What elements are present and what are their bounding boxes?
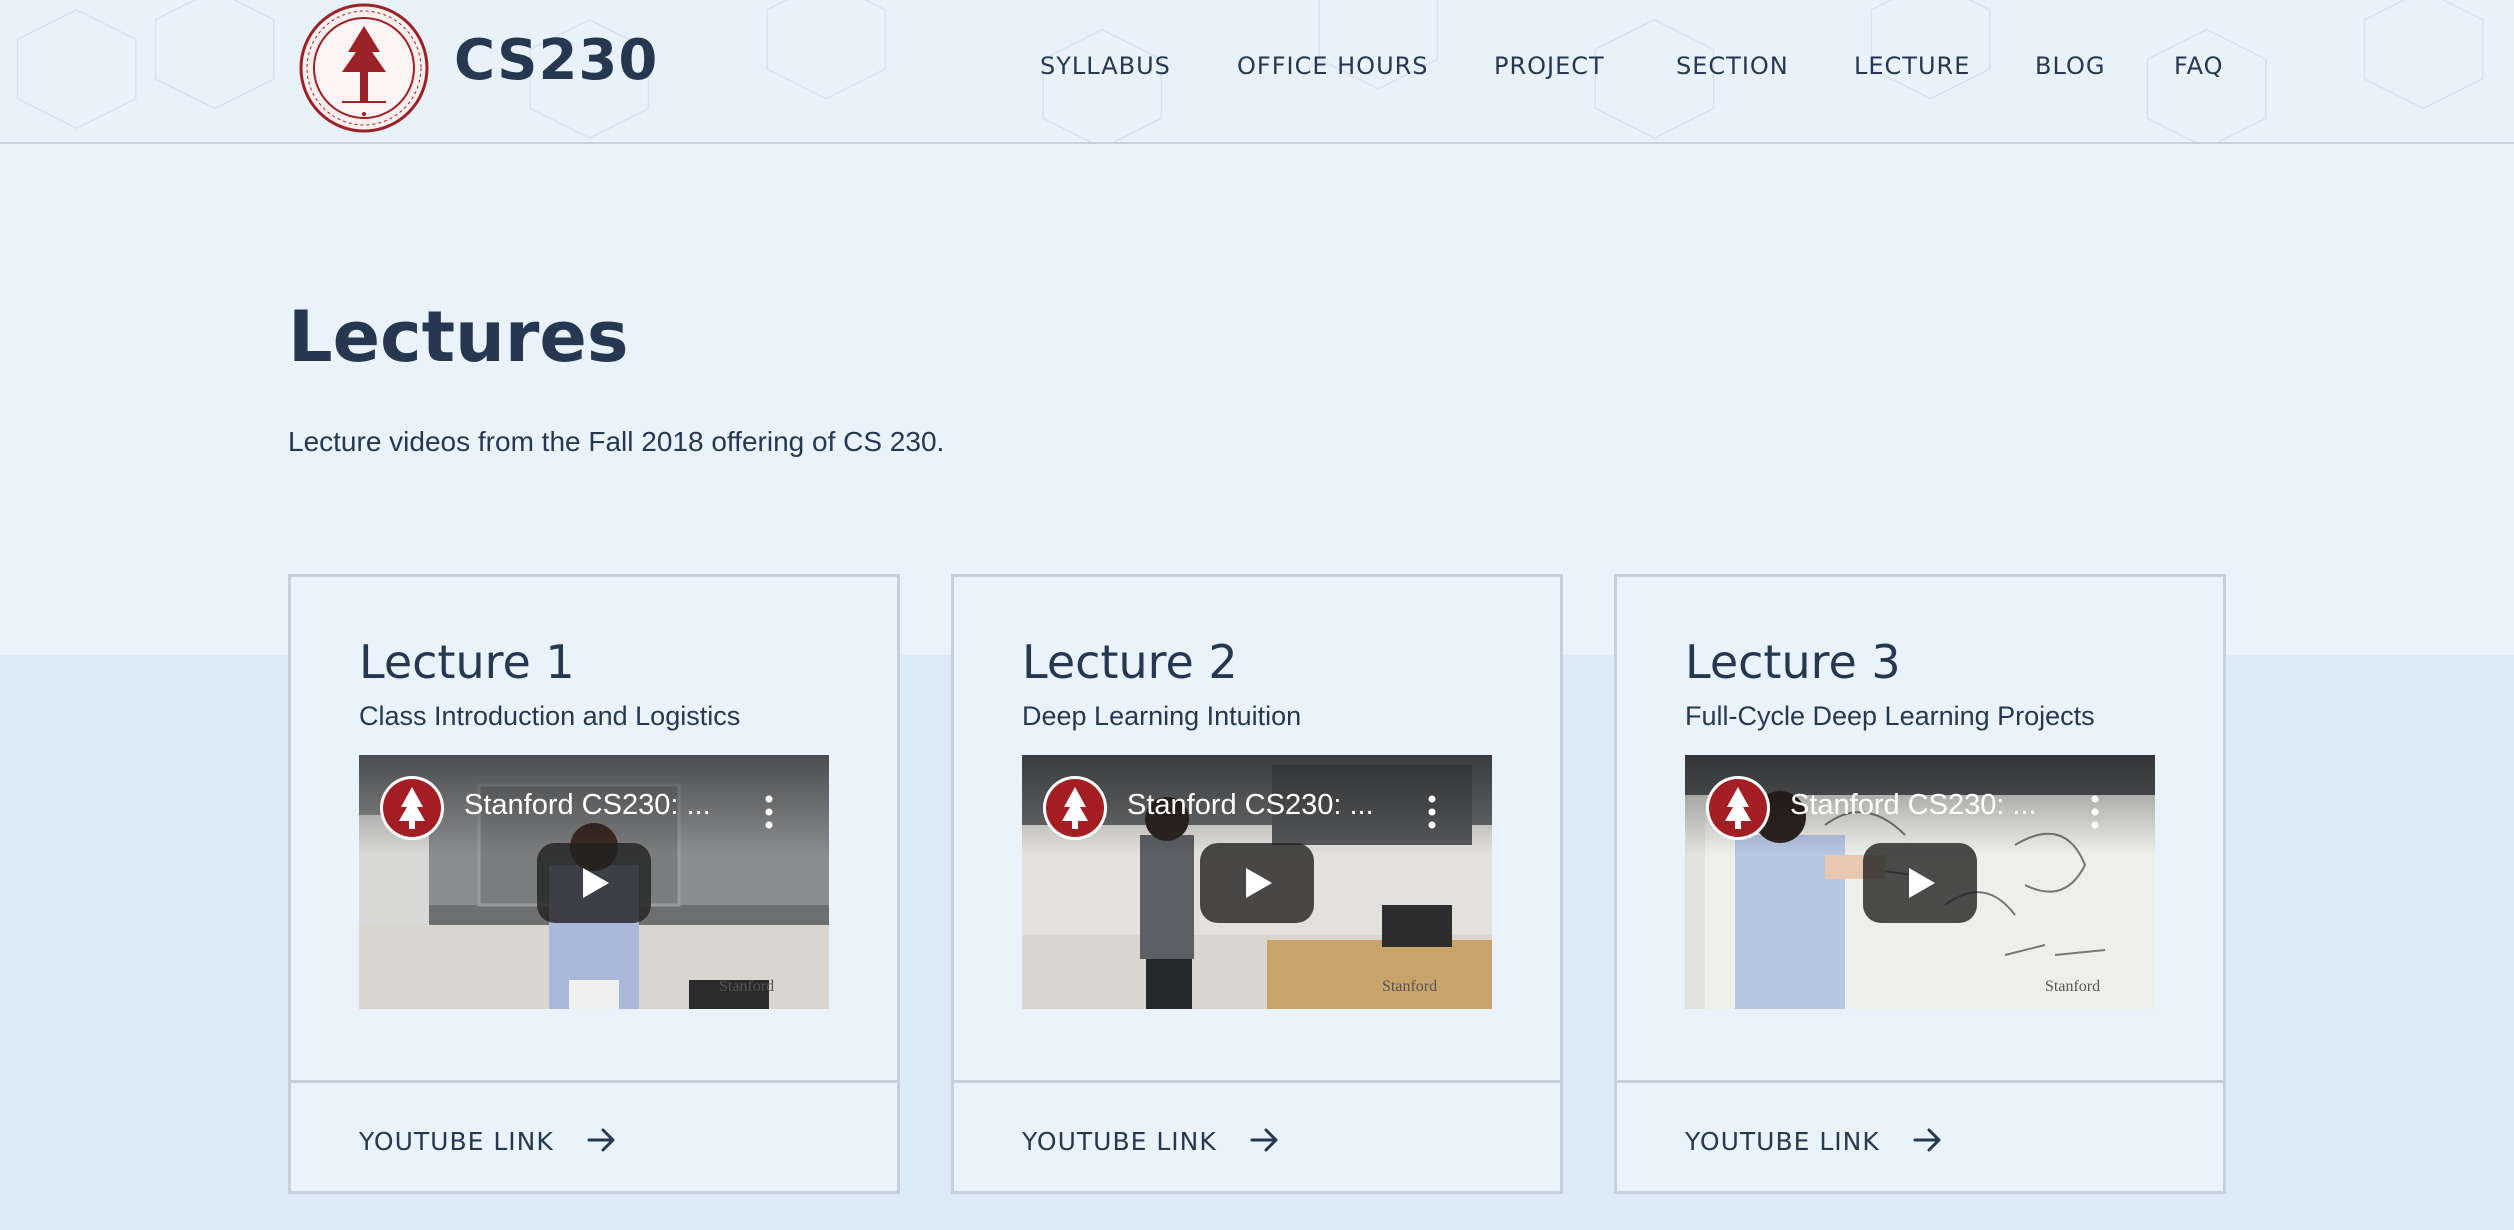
video-embed[interactable]: Stanford Stanford CS230: ... <box>1022 755 1492 1009</box>
nav-item-office-hours[interactable]: OFFICE HOURS <box>1237 52 1429 80</box>
lecture-card-footer[interactable]: YOUTUBE LINK <box>291 1080 897 1194</box>
arrow-right-icon[interactable] <box>587 1127 617 1153</box>
stanford-s-icon <box>1043 776 1107 840</box>
play-icon[interactable] <box>1863 843 1977 923</box>
page-subtitle: Lecture videos from the Fall 2018 offeri… <box>288 426 945 457</box>
lecture-card-body: Lecture 2 Deep Learning Intuition Stanfo… <box>954 577 1560 1080</box>
stanford-s-icon <box>380 776 444 840</box>
nav-item-lecture[interactable]: LECTURE <box>1854 52 1970 80</box>
arrow-right-icon[interactable] <box>1250 1127 1280 1153</box>
kebab-menu-icon[interactable] <box>2090 795 2100 829</box>
arrow-right-icon[interactable] <box>1913 1127 1943 1153</box>
site-brand[interactable]: CS230 <box>454 28 658 93</box>
video-embed[interactable]: Stanford Stanford CS230: ... <box>359 755 829 1009</box>
lecture-card-footer[interactable]: YOUTUBE LINK <box>954 1080 1560 1194</box>
play-icon[interactable] <box>1200 843 1314 923</box>
video-title[interactable]: Stanford CS230: ... <box>1127 789 1374 822</box>
lecture-subtitle: Class Introduction and Logistics <box>359 701 741 731</box>
nav-item-syllabus[interactable]: SYLLABUS <box>1040 52 1171 80</box>
kebab-menu-icon[interactable] <box>1427 795 1437 829</box>
lecture-title: Lecture 2 <box>1022 635 1238 689</box>
stanford-seal-icon[interactable] <box>298 2 430 134</box>
site-header: CS230 SYLLABUS OFFICE HOURS PROJECT SECT… <box>0 0 2514 144</box>
youtube-link[interactable]: YOUTUBE LINK <box>359 1127 554 1156</box>
lecture-card-body: Lecture 3 Full-Cycle Deep Learning Proje… <box>1617 577 2223 1080</box>
stanford-s-icon <box>1706 776 1770 840</box>
page-title: Lectures <box>288 296 629 378</box>
lecture-subtitle: Deep Learning Intuition <box>1022 701 1302 731</box>
svg-text:Stanford: Stanford <box>2045 978 2100 995</box>
lecture-card-3: Lecture 3 Full-Cycle Deep Learning Proje… <box>1614 574 2226 1194</box>
lecture-card-body: Lecture 1 Class Introduction and Logisti… <box>291 577 897 1080</box>
play-icon[interactable] <box>537 843 651 923</box>
nav-item-faq[interactable]: FAQ <box>2174 52 2224 80</box>
video-title[interactable]: Stanford CS230: ... <box>1790 789 2037 822</box>
youtube-link[interactable]: YOUTUBE LINK <box>1022 1127 1217 1156</box>
youtube-link[interactable]: YOUTUBE LINK <box>1685 1127 1880 1156</box>
nav-item-blog[interactable]: BLOG <box>2035 52 2105 80</box>
kebab-menu-icon[interactable] <box>764 795 774 829</box>
lecture-title: Lecture 1 <box>359 635 575 689</box>
lecture-subtitle: Full-Cycle Deep Learning Projects <box>1685 701 2095 731</box>
lecture-card-2: Lecture 2 Deep Learning Intuition Stanfo… <box>951 574 1563 1194</box>
lecture-card-1: Lecture 1 Class Introduction and Logisti… <box>288 574 900 1194</box>
video-title[interactable]: Stanford CS230: ... <box>464 789 711 822</box>
nav-item-section[interactable]: SECTION <box>1676 52 1789 80</box>
svg-text:Stanford: Stanford <box>1382 978 1437 995</box>
svg-text:Stanford: Stanford <box>719 978 774 995</box>
lecture-card-footer[interactable]: YOUTUBE LINK <box>1617 1080 2223 1194</box>
video-embed[interactable]: Stanford Stanford CS230: ... <box>1685 755 2155 1009</box>
lecture-title: Lecture 3 <box>1685 635 1901 689</box>
nav-item-project[interactable]: PROJECT <box>1494 52 1605 80</box>
